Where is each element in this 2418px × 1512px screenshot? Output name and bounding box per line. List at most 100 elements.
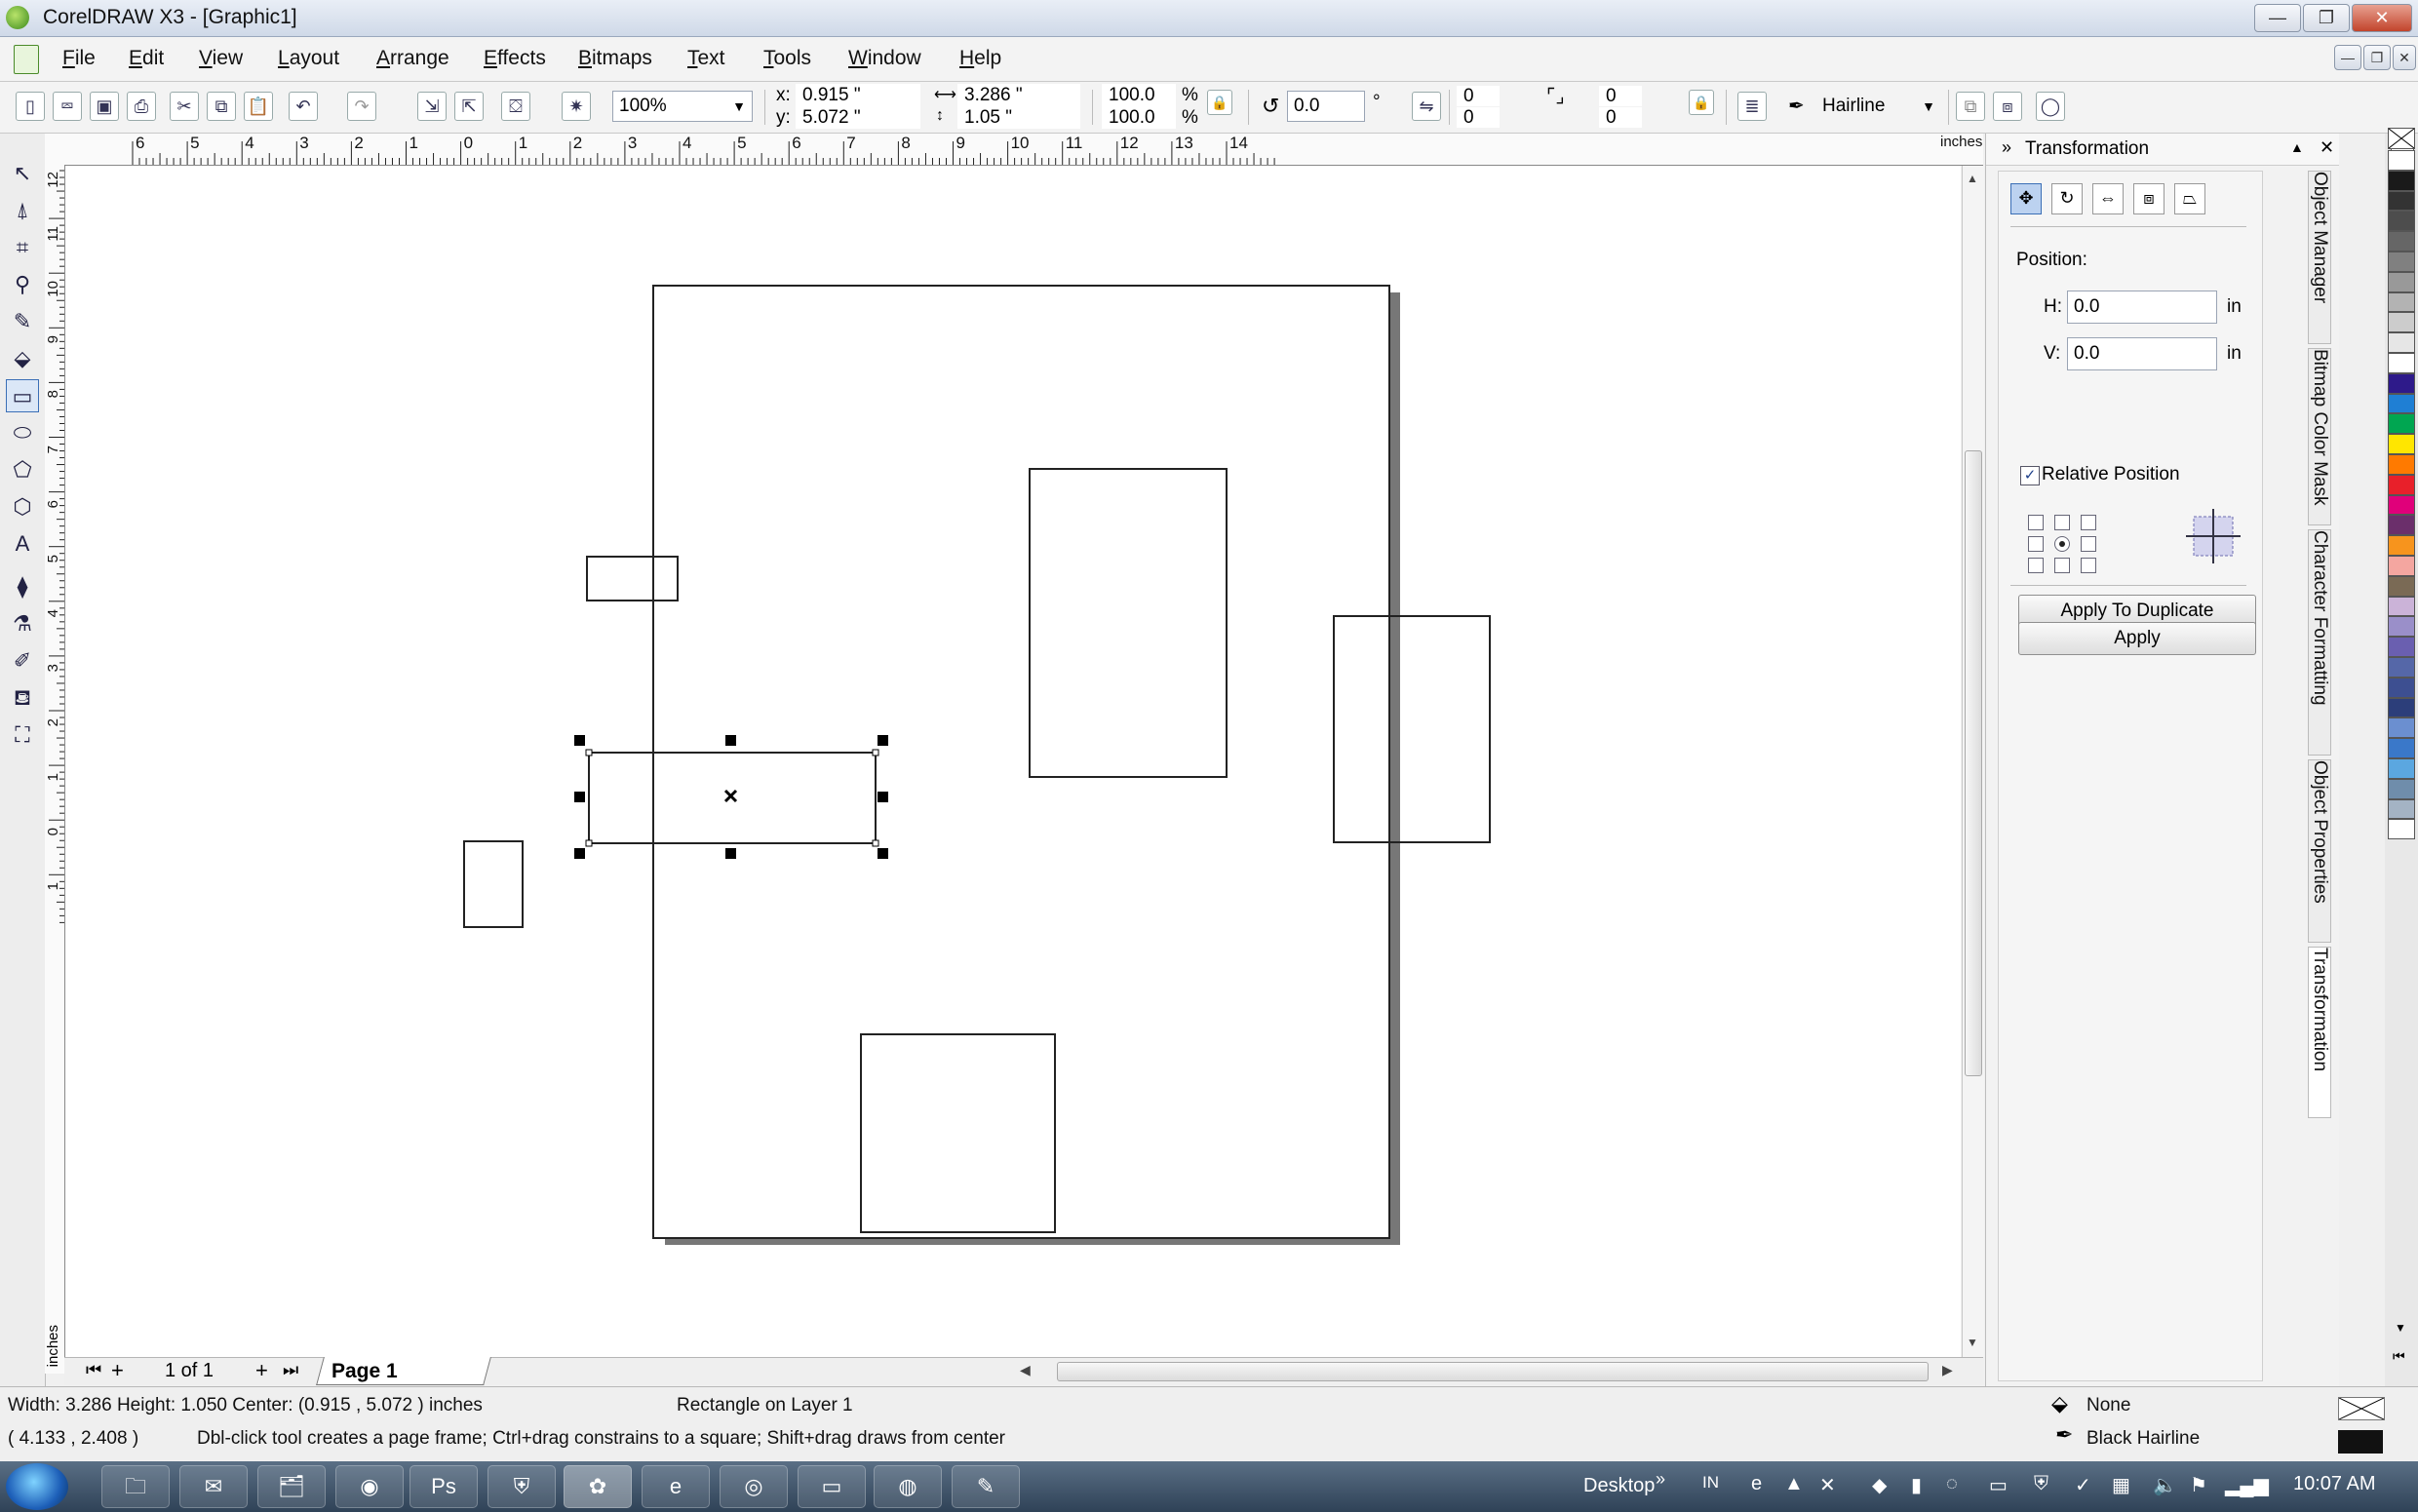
color-swatch[interactable] bbox=[2388, 596, 2415, 617]
tray-check-icon[interactable]: ✓ bbox=[2075, 1473, 2091, 1497]
skew-mode-icon[interactable]: ⏢ bbox=[2174, 183, 2205, 214]
rectangle-tool-icon[interactable]: ▭ bbox=[6, 379, 39, 412]
zoom-tool-icon[interactable]: ⚲ bbox=[6, 268, 39, 301]
color-swatch[interactable] bbox=[2388, 819, 2415, 840]
color-swatch[interactable] bbox=[2388, 575, 2415, 597]
color-swatch[interactable] bbox=[2388, 312, 2415, 333]
photoshop-taskbar-icon[interactable]: Ps bbox=[410, 1465, 478, 1508]
menu-text[interactable]: Text bbox=[687, 47, 725, 70]
tray-cpu-icon[interactable]: ▦ bbox=[2112, 1473, 2130, 1497]
outline-tool-icon[interactable]: ✐ bbox=[6, 644, 39, 678]
ellipse-tool-icon[interactable]: ⬭ bbox=[6, 416, 39, 449]
undo-icon[interactable]: ↶ bbox=[289, 92, 318, 121]
basic-shapes-tool-icon[interactable]: ⬡ bbox=[6, 490, 39, 523]
tab-bitmap-color-mask[interactable]: Bitmap Color Mask bbox=[2308, 348, 2331, 525]
color-swatch[interactable] bbox=[2388, 291, 2415, 313]
corner-node[interactable] bbox=[585, 749, 593, 756]
tray-wifi-icon[interactable]: ▂▄▆ bbox=[2225, 1473, 2269, 1497]
last-page-icon[interactable]: ⏭ bbox=[283, 1360, 298, 1380]
window-taskbar-icon[interactable]: ▭ bbox=[798, 1465, 866, 1508]
tab-character-formatting[interactable]: Character Formatting bbox=[2308, 529, 2331, 756]
minimize-button[interactable]: — bbox=[2254, 4, 2301, 32]
relative-position-checkbox[interactable]: ✓ bbox=[2020, 466, 2040, 485]
position-mode-icon[interactable]: ✥ bbox=[2010, 183, 2042, 214]
object-height-input[interactable]: 1.05 " bbox=[957, 106, 1080, 129]
welcome-screen-icon[interactable]: ✷ bbox=[562, 92, 591, 121]
menu-help[interactable]: Help bbox=[959, 47, 1001, 70]
corner-node[interactable] bbox=[585, 839, 593, 847]
application-launcher-icon[interactable]: ⛋ bbox=[501, 92, 530, 121]
resize-handle-left[interactable] bbox=[574, 792, 585, 802]
anchor-checkbox[interactable] bbox=[2081, 536, 2096, 552]
redo-icon[interactable]: ↷ bbox=[347, 92, 376, 121]
crop-tool-icon[interactable]: ⌗ bbox=[6, 231, 39, 264]
scroll-down-icon[interactable]: ▼ bbox=[1967, 1336, 1978, 1349]
scale-x-input[interactable]: 100.0 bbox=[1102, 84, 1176, 106]
rotate-mode-icon[interactable]: ↻ bbox=[2051, 183, 2083, 214]
tab-object-manager[interactable]: Object Manager bbox=[2308, 171, 2331, 344]
corner-node[interactable] bbox=[872, 839, 879, 847]
add-page-after-icon[interactable]: + bbox=[255, 1358, 268, 1383]
new-document-icon[interactable]: ▯ bbox=[16, 92, 45, 121]
color-swatch[interactable] bbox=[2388, 353, 2415, 373]
resize-handle-bottom-right[interactable] bbox=[878, 848, 888, 859]
menu-layout[interactable]: Layout bbox=[278, 47, 339, 70]
resize-handle-bottom-left[interactable] bbox=[574, 848, 585, 859]
palette-scroll-down-icon[interactable]: ▼ bbox=[2395, 1321, 2406, 1335]
lock-ratio-icon[interactable]: 🔒 bbox=[1207, 90, 1232, 115]
object-width-input[interactable]: 3.286 " bbox=[957, 84, 1080, 106]
explorer-taskbar-icon[interactable]: 🗀 bbox=[101, 1465, 170, 1508]
tray-network-icon[interactable]: ◌ bbox=[1946, 1473, 1958, 1495]
color-swatch[interactable] bbox=[2388, 535, 2415, 556]
vertical-scroll-thumb[interactable] bbox=[1965, 450, 1982, 1076]
anchor-checkbox[interactable] bbox=[2028, 536, 2044, 552]
color-swatch[interactable] bbox=[2388, 778, 2415, 799]
color-swatch[interactable] bbox=[2388, 474, 2415, 495]
language-indicator[interactable]: IN bbox=[1702, 1473, 1719, 1493]
color-swatch[interactable] bbox=[2388, 798, 2415, 820]
color-swatch[interactable] bbox=[2388, 252, 2415, 272]
anchor-checkbox[interactable] bbox=[2028, 515, 2044, 530]
anchor-checkbox[interactable] bbox=[2081, 515, 2096, 530]
color-swatch[interactable] bbox=[2388, 170, 2415, 191]
coreldraw-taskbar-icon[interactable]: ✿ bbox=[564, 1465, 632, 1508]
menu-edit[interactable]: Edit bbox=[129, 47, 164, 70]
tray-battery-icon[interactable]: ▭ bbox=[1989, 1473, 2008, 1497]
anchor-checkbox[interactable] bbox=[2081, 558, 2096, 573]
tray-volume-icon[interactable]: 🔈 bbox=[2153, 1473, 2177, 1497]
vertical-scrollbar[interactable]: ▲ ▼ bbox=[1962, 166, 1984, 1357]
color-swatch[interactable] bbox=[2388, 717, 2415, 739]
tray-signal-icon[interactable]: ▮ bbox=[1911, 1473, 1922, 1497]
zoom-level-select[interactable]: 100% ▼ bbox=[612, 91, 753, 122]
interactive-blend-tool-icon[interactable]: ⧫ bbox=[6, 570, 39, 603]
resize-handle-bottom[interactable] bbox=[725, 848, 736, 859]
color-swatch[interactable] bbox=[2388, 434, 2415, 454]
collapse-icon[interactable]: ▲ bbox=[2290, 139, 2304, 155]
doc-minimize-button[interactable]: — bbox=[2334, 45, 2361, 70]
scroll-up-icon[interactable]: ▲ bbox=[1967, 172, 1978, 185]
scroll-left-icon[interactable]: ◀ bbox=[1020, 1362, 1031, 1378]
text-tool-icon[interactable]: A bbox=[6, 527, 39, 561]
page-tab[interactable]: Page 1 bbox=[332, 1360, 398, 1383]
open-icon[interactable]: ⮹ bbox=[53, 92, 82, 121]
tray-dropbox-icon[interactable]: ◆ bbox=[1872, 1473, 1887, 1497]
freehand-tool-icon[interactable]: ✎ bbox=[6, 305, 39, 338]
save-icon[interactable]: ▣ bbox=[90, 92, 119, 121]
v-position-input[interactable]: 0.0 bbox=[2067, 337, 2217, 370]
x-position-input[interactable]: 0.915 " bbox=[796, 84, 920, 106]
outline-swatch-black[interactable] bbox=[2338, 1430, 2383, 1454]
rotation-angle-input[interactable]: 0.0 bbox=[1287, 91, 1365, 122]
tray-flag-icon[interactable]: ⚑ bbox=[2190, 1473, 2207, 1497]
print-icon[interactable]: ⎙ bbox=[127, 92, 156, 121]
fill-swatch-none[interactable] bbox=[2338, 1397, 2385, 1420]
menu-file[interactable]: File bbox=[62, 47, 96, 70]
menu-bitmaps[interactable]: Bitmaps bbox=[578, 47, 652, 70]
desktop-toolbar-label[interactable]: Desktop bbox=[1583, 1475, 1655, 1497]
ie-taskbar-icon[interactable]: e bbox=[642, 1465, 710, 1508]
color-swatch[interactable] bbox=[2388, 393, 2415, 414]
corner-bottom-right-input[interactable]: 0 bbox=[1599, 107, 1642, 128]
docker-close-icon[interactable]: ✕ bbox=[2320, 137, 2334, 158]
wrap-text-icon[interactable]: ≣ bbox=[1737, 92, 1767, 121]
tray-ie-icon[interactable]: e bbox=[1751, 1473, 1762, 1495]
tray-drive-icon[interactable]: ▲ bbox=[1784, 1473, 1804, 1495]
